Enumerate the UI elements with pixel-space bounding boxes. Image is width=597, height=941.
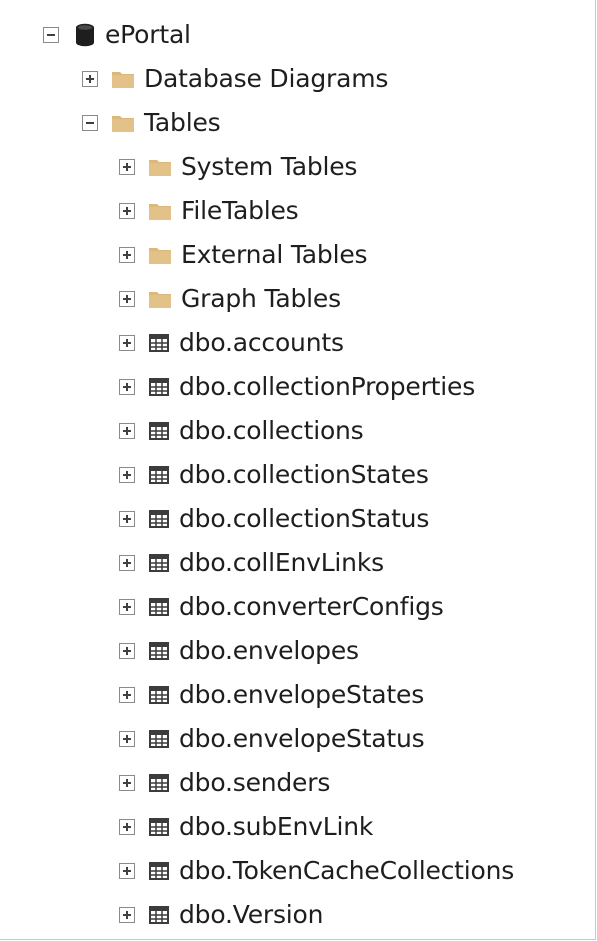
tree-node-table[interactable]: dbo.senders xyxy=(0,761,596,805)
tree-node-label: dbo.collectionProperties xyxy=(179,372,476,401)
expand-toggle-icon[interactable] xyxy=(82,71,98,87)
expand-toggle-icon[interactable] xyxy=(119,247,135,263)
expand-toggle-icon[interactable] xyxy=(119,907,135,923)
tree-node-table[interactable]: dbo.envelopeStatus xyxy=(0,717,596,761)
table-icon xyxy=(149,422,169,440)
expand-toggle-icon[interactable] xyxy=(119,775,135,791)
tree-node-label: Graph Tables xyxy=(181,284,341,313)
tree-node-label: dbo.senders xyxy=(179,768,331,797)
tree-node-tables[interactable]: Tables xyxy=(0,101,596,145)
tree-node-table[interactable]: dbo.converterConfigs xyxy=(0,585,596,629)
expand-toggle-icon[interactable] xyxy=(119,159,135,175)
tree-node-label: dbo.collectionStates xyxy=(179,460,429,489)
table-icon xyxy=(149,862,169,880)
tree-node-table[interactable]: dbo.subEnvLink xyxy=(0,805,596,849)
tree-node-filetables[interactable]: FileTables xyxy=(0,189,596,233)
collapse-toggle-icon[interactable] xyxy=(43,27,59,43)
tree-node-label: dbo.envelopeStates xyxy=(179,680,425,709)
table-icon xyxy=(149,378,169,396)
table-icon xyxy=(149,906,169,924)
tree-node-table[interactable]: dbo.accounts xyxy=(0,321,596,365)
database-icon xyxy=(76,23,94,47)
object-explorer-tree: ePortal Database Diagrams Tables System … xyxy=(0,13,596,937)
tree-node-graph-tables[interactable]: Graph Tables xyxy=(0,277,596,321)
tree-node-table[interactable]: dbo.TokenCacheCollections xyxy=(0,849,596,893)
tree-node-external-tables[interactable]: External Tables xyxy=(0,233,596,277)
tree-node-table[interactable]: dbo.collections xyxy=(0,409,596,453)
tree-node-label: dbo.subEnvLink xyxy=(179,812,374,841)
table-icon xyxy=(149,334,169,352)
table-icon xyxy=(149,818,169,836)
table-icon xyxy=(149,774,169,792)
tree-node-label: dbo.envelopes xyxy=(179,636,359,665)
expand-toggle-icon[interactable] xyxy=(119,379,135,395)
collapse-toggle-icon[interactable] xyxy=(82,115,98,131)
table-icon xyxy=(149,466,169,484)
expand-toggle-icon[interactable] xyxy=(119,819,135,835)
expand-toggle-icon[interactable] xyxy=(119,511,135,527)
expand-toggle-icon[interactable] xyxy=(119,203,135,219)
tree-node-label: dbo.accounts xyxy=(179,328,344,357)
expand-toggle-icon[interactable] xyxy=(119,687,135,703)
tree-node-label: Tables xyxy=(144,108,221,137)
tree-node-table[interactable]: dbo.Version xyxy=(0,893,596,937)
folder-icon xyxy=(112,72,134,88)
table-icon xyxy=(149,730,169,748)
tree-node-label: System Tables xyxy=(181,152,358,181)
expand-toggle-icon[interactable] xyxy=(119,291,135,307)
expand-toggle-icon[interactable] xyxy=(119,863,135,879)
tree-node-table[interactable]: dbo.collEnvLinks xyxy=(0,541,596,585)
folder-icon xyxy=(149,204,171,220)
tree-node-label: dbo.Version xyxy=(179,900,324,929)
table-icon xyxy=(149,598,169,616)
table-icon xyxy=(149,554,169,572)
tree-node-label: dbo.converterConfigs xyxy=(179,592,444,621)
tree-node-label: External Tables xyxy=(181,240,368,269)
object-explorer-panel: ePortal Database Diagrams Tables System … xyxy=(0,0,596,940)
tree-node-eportal[interactable]: ePortal xyxy=(0,13,596,57)
tree-node-label: FileTables xyxy=(181,196,299,225)
table-icon xyxy=(149,510,169,528)
tree-node-database-diagrams[interactable]: Database Diagrams xyxy=(0,57,596,101)
tree-node-table[interactable]: dbo.envelopes xyxy=(0,629,596,673)
expand-toggle-icon[interactable] xyxy=(119,467,135,483)
expand-toggle-icon[interactable] xyxy=(119,555,135,571)
tree-node-label: dbo.TokenCacheCollections xyxy=(179,856,515,885)
tree-node-label: dbo.collections xyxy=(179,416,364,445)
tree-node-system-tables[interactable]: System Tables xyxy=(0,145,596,189)
folder-icon xyxy=(112,116,134,132)
tree-node-table[interactable]: dbo.collectionStatus xyxy=(0,497,596,541)
expand-toggle-icon[interactable] xyxy=(119,335,135,351)
tree-node-label: dbo.envelopeStatus xyxy=(179,724,425,753)
table-icon xyxy=(149,642,169,660)
expand-toggle-icon[interactable] xyxy=(119,643,135,659)
table-icon xyxy=(149,686,169,704)
tree-node-label: Database Diagrams xyxy=(144,64,389,93)
expand-toggle-icon[interactable] xyxy=(119,731,135,747)
tree-node-label: ePortal xyxy=(105,20,191,49)
tree-node-table[interactable]: dbo.envelopeStates xyxy=(0,673,596,717)
expand-toggle-icon[interactable] xyxy=(119,599,135,615)
folder-icon xyxy=(149,248,171,264)
tree-node-label: dbo.collectionStatus xyxy=(179,504,430,533)
folder-icon xyxy=(149,292,171,308)
tree-node-table[interactable]: dbo.collectionProperties xyxy=(0,365,596,409)
tree-node-table[interactable]: dbo.collectionStates xyxy=(0,453,596,497)
folder-icon xyxy=(149,160,171,176)
expand-toggle-icon[interactable] xyxy=(119,423,135,439)
tree-node-label: dbo.collEnvLinks xyxy=(179,548,384,577)
